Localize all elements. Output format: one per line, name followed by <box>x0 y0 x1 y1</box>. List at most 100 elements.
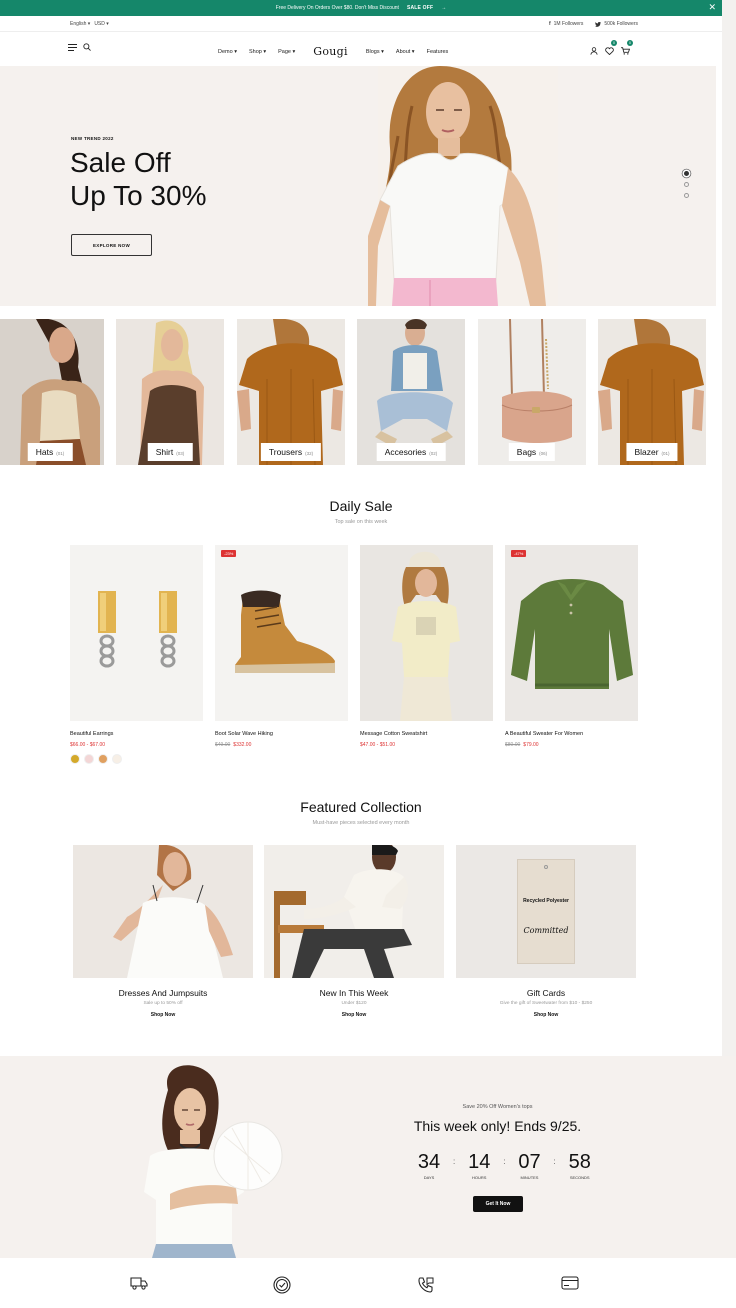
shop-now-link[interactable]: Shop Now <box>456 1012 636 1018</box>
swatch-pink[interactable] <box>84 754 94 764</box>
countdown-seconds: 58 SECONDS <box>568 1151 591 1180</box>
countdown-separator: : <box>503 1157 506 1166</box>
featured-sub: Sale up to 50% off <box>143 1001 183 1006</box>
hero-title-line1: Sale Off <box>70 147 171 178</box>
user-icon[interactable] <box>590 47 598 55</box>
product-name[interactable]: Beautiful Earrings <box>70 731 203 737</box>
category-label: Shirt (03) <box>147 443 193 461</box>
category-card-trousers[interactable]: Trousers (32) <box>237 319 345 465</box>
promo-countdown-section: Save 20% Off Women's tops This week only… <box>0 1056 736 1258</box>
promo-pretitle: Save 20% Off Women's tops <box>462 1104 533 1110</box>
menu-blogs[interactable]: Blogs ▾ <box>366 49 384 55</box>
wishlist-count-badge: 0 <box>611 40 617 46</box>
hero-eyebrow: NEW TREND 2022 <box>71 136 114 141</box>
sale-off-link[interactable]: SALE OFF <box>407 5 433 11</box>
featured-card-gift-cards[interactable]: Recycled Polyester Committed Gift Cards … <box>456 845 636 1018</box>
featured-image[interactable] <box>73 845 253 978</box>
cart-icon <box>621 47 631 55</box>
badge-check-icon <box>273 1276 291 1294</box>
featured-name: Gift Cards <box>526 988 566 998</box>
swatch-gold[interactable] <box>70 754 80 764</box>
daily-sale-subtitle: Top sale on this week <box>334 519 388 525</box>
product-name[interactable]: A Beautiful Sweater For Women <box>505 731 638 737</box>
slide-dot-1[interactable] <box>684 171 689 176</box>
menu-page[interactable]: Page ▾ <box>278 49 295 55</box>
featured-subtitle: Must-have pieces selected every month <box>312 820 410 826</box>
product-image[interactable]: -23% <box>215 545 348 721</box>
category-card-blazer[interactable]: Blazer (01) <box>598 319 706 465</box>
product-price: $49.00 $332.00 <box>215 742 252 748</box>
product-card[interactable]: Message Cotton Sweatshirt $47.00 - $51.0… <box>360 545 493 748</box>
product-price: $66.00 - $67.00 <box>70 742 106 748</box>
discount-badge: -47% <box>511 550 527 557</box>
featured-sub: Give the gift of Sweetwater from $10 - $… <box>499 1001 593 1006</box>
featured-card-dresses[interactable]: Dresses And Jumpsuits Sale up to 50% off… <box>73 845 253 1018</box>
category-strip: Hats (01) Shirt (03) Trousers (32) Acces… <box>0 319 722 465</box>
currency-select[interactable]: USD ▾ <box>94 21 108 27</box>
product-image[interactable] <box>70 545 203 721</box>
get-it-now-button[interactable]: Get It Now <box>473 1196 523 1212</box>
language-select[interactable]: English ▾ <box>70 21 90 27</box>
heart-icon <box>605 47 614 56</box>
countdown-days: 34 DAYS <box>417 1151 441 1180</box>
featured-name: Dresses And Jumpsuits <box>118 988 208 998</box>
featured-title: Featured Collection <box>300 799 422 815</box>
features-bar <box>0 1258 736 1308</box>
product-card[interactable]: -47% A Beautiful Sweater For Women $80.0… <box>505 545 638 748</box>
featured-image[interactable] <box>264 845 444 978</box>
slide-dot-3[interactable] <box>684 193 689 198</box>
countdown-hours: 14 HOURS <box>468 1151 491 1180</box>
gift-tag-signature: Committed <box>523 926 569 935</box>
wishlist-button[interactable]: 0 <box>605 40 617 60</box>
countdown-minutes: 07 MINUTES <box>518 1151 541 1180</box>
slide-dot-2[interactable] <box>684 182 689 187</box>
product-card[interactable]: Beautiful Earrings $66.00 - $67.00 <box>70 545 203 764</box>
hamburger-menu-icon[interactable] <box>68 43 77 51</box>
menu-features[interactable]: Features <box>427 49 449 55</box>
menu-shop[interactable]: Shop ▾ <box>249 49 266 55</box>
featured-card-new-in[interactable]: New In This Week Under $120 Shop Now <box>264 845 444 1018</box>
old-price: $49.00 <box>215 742 231 748</box>
category-card-hats[interactable]: Hats (01) <box>0 319 104 465</box>
twitter-link[interactable]: 500k Followers <box>595 21 638 27</box>
site-logo[interactable]: Gougi <box>313 45 348 58</box>
color-swatches <box>70 754 203 764</box>
hero-slider-dots <box>684 171 689 198</box>
featured-name: New In This Week <box>319 988 389 998</box>
swatch-cream[interactable] <box>112 754 122 764</box>
featured-image[interactable]: Recycled Polyester Committed <box>456 845 636 978</box>
category-card-accesories[interactable]: Accesories (02) <box>357 319 465 465</box>
twitter-icon <box>595 21 602 27</box>
close-icon[interactable]: ✕ <box>708 3 716 12</box>
truck-icon <box>130 1277 148 1290</box>
product-name[interactable]: Boot Solar Wave Hiking <box>215 731 348 737</box>
menu-about[interactable]: About ▾ <box>396 49 415 55</box>
product-name[interactable]: Message Cotton Sweatshirt <box>360 731 493 737</box>
explore-now-button[interactable]: EXPLORE NOW <box>71 234 152 256</box>
announcement-bar: Free Delivery On Orders Over $80. Don't … <box>0 0 722 16</box>
product-image[interactable] <box>360 545 493 721</box>
facebook-icon: f <box>548 21 551 27</box>
category-card-shirt[interactable]: Shirt (03) <box>116 319 224 465</box>
gift-tag-title: Recycled Polyester <box>523 898 569 904</box>
shop-now-link[interactable]: Shop Now <box>264 1012 444 1018</box>
product-card[interactable]: -23% Boot Solar Wave Hiking $49.00 $332.0… <box>215 545 348 748</box>
hero-model-image <box>368 66 558 306</box>
product-price: $80.00 $79.00 <box>505 742 539 748</box>
menu-demo[interactable]: Demo ▾ <box>218 49 237 55</box>
cart-button[interactable]: 0 <box>621 40 633 60</box>
swatch-orange[interactable] <box>98 754 108 764</box>
top-bar: English ▾ USD ▾ f 1M Followers 500k Follo… <box>0 16 722 32</box>
hero-title-line2: Up To 30% <box>70 180 207 211</box>
shop-now-link[interactable]: Shop Now <box>73 1012 253 1018</box>
cart-count-badge: 0 <box>627 40 633 46</box>
facebook-link[interactable]: f 1M Followers <box>549 21 583 27</box>
category-label: Blazer (01) <box>626 443 678 461</box>
search-icon[interactable] <box>83 43 91 51</box>
gift-tag: Recycled Polyester Committed <box>517 859 575 964</box>
announcement-text: Free Delivery On Orders Over $80. Don't … <box>275 5 399 11</box>
category-card-bags[interactable]: Bags (06) <box>478 319 586 465</box>
product-image[interactable]: -47% <box>505 545 638 721</box>
daily-sale-title: Daily Sale <box>329 498 393 514</box>
promo-model-image <box>144 1065 283 1258</box>
